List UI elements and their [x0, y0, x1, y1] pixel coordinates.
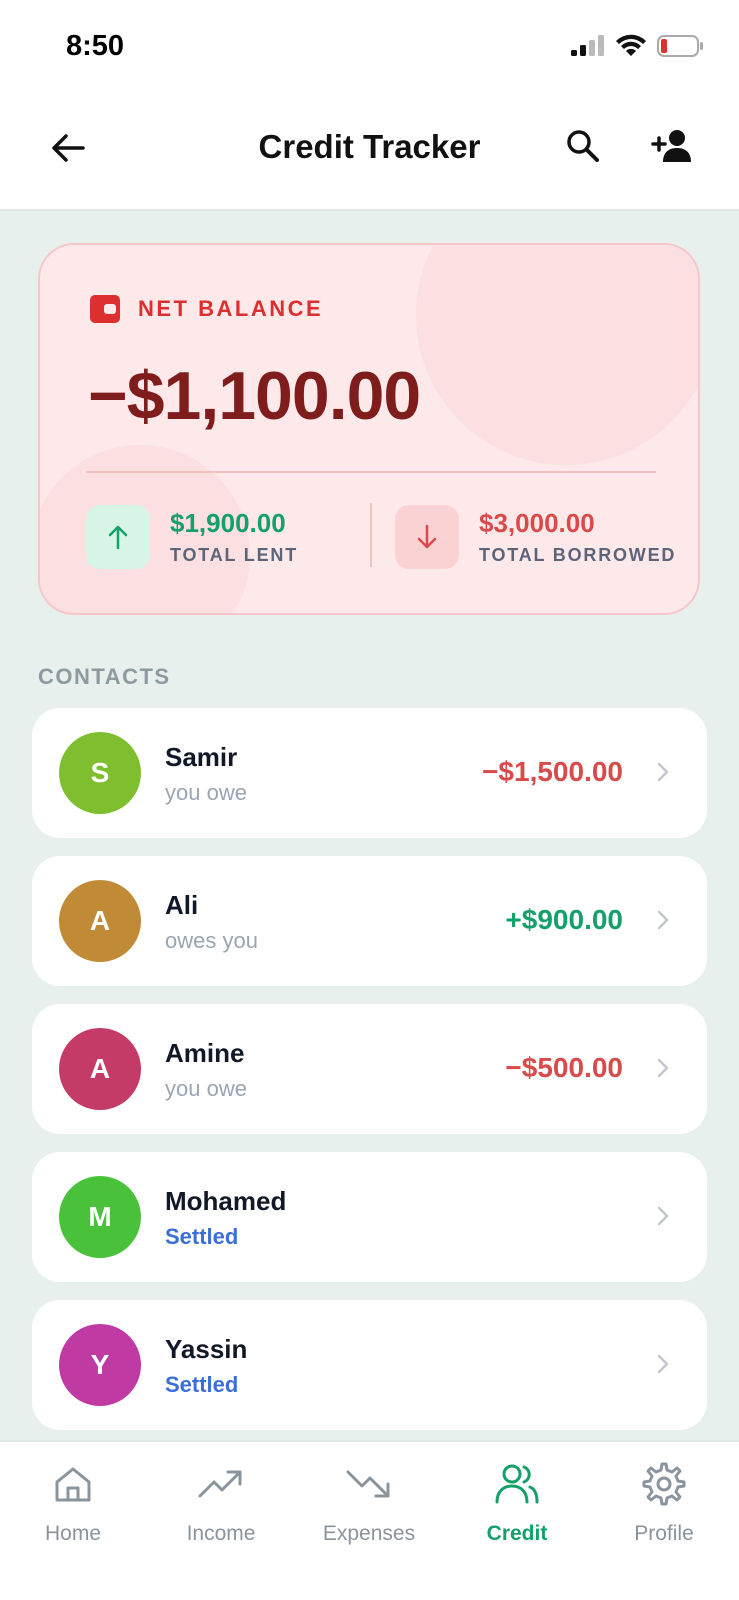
contact-status: Settled — [165, 1224, 239, 1249]
battery-icon — [657, 35, 703, 57]
app-header: Credit Tracker — [0, 96, 739, 211]
balance-label-row: NET BALANCE — [90, 295, 323, 323]
nav-expenses[interactable]: Expenses — [299, 1460, 439, 1546]
avatar: M — [59, 1176, 141, 1258]
contact-name: Yassin — [165, 1334, 248, 1364]
avatar: A — [59, 880, 141, 962]
contact-status: Settled — [165, 1372, 239, 1397]
nav-profile[interactable]: Profile — [594, 1460, 734, 1546]
wallet-icon — [90, 295, 120, 323]
contact-name: Mohamed — [165, 1186, 287, 1216]
status-icons — [571, 34, 705, 58]
contact-row-ali[interactable]: A Ali owes you +$900.00 — [32, 856, 707, 986]
contact-row-mohamed[interactable]: M Mohamed Settled — [32, 1152, 707, 1282]
search-icon — [567, 130, 599, 162]
net-balance-card: NET BALANCE −$1,100.00 $1,900.00 TOTAL L… — [38, 243, 700, 615]
net-balance-amount: −$1,100.00 — [88, 358, 421, 434]
users-icon — [493, 1460, 541, 1508]
avatar: Y — [59, 1324, 141, 1406]
total-lent-amount: $1,900.00 — [170, 508, 286, 538]
status-time: 8:50 — [66, 30, 125, 62]
stat-separator — [370, 503, 372, 567]
chevron-right-icon — [655, 908, 671, 932]
search-button[interactable] — [563, 126, 603, 166]
nav-label: Home — [44, 1522, 102, 1545]
trending-down-icon — [345, 1460, 393, 1508]
chevron-right-icon — [655, 1352, 671, 1376]
chevron-right-icon — [655, 760, 671, 784]
nav-label: Credit — [486, 1522, 548, 1545]
contact-amount: +$900.00 — [505, 904, 623, 935]
arrow-up-icon — [86, 505, 150, 569]
signal-icon — [571, 35, 604, 56]
total-lent-stat: $1,900.00 TOTAL LENT — [86, 505, 298, 569]
contact-status: you owe — [165, 1076, 247, 1101]
add-contact-button[interactable] — [648, 126, 696, 166]
nav-label: Income — [186, 1522, 256, 1545]
total-lent-label: TOTAL LENT — [170, 545, 298, 565]
status-bar: 8:50 — [0, 0, 739, 96]
gear-icon — [640, 1460, 688, 1508]
contact-amount: −$1,500.00 — [482, 756, 623, 787]
contact-status: owes you — [165, 928, 258, 953]
balance-label: NET BALANCE — [138, 296, 324, 321]
nav-home[interactable]: Home — [3, 1460, 143, 1546]
nav-label: Profile — [634, 1522, 694, 1545]
page-title: Credit Tracker — [258, 128, 481, 165]
chevron-right-icon — [655, 1204, 671, 1228]
avatar: A — [59, 1028, 141, 1110]
chevron-right-icon — [655, 1056, 671, 1080]
arrow-down-icon — [395, 505, 459, 569]
contacts-section-label: CONTACTS — [38, 664, 171, 689]
contact-amount: −$500.00 — [505, 1052, 623, 1083]
contact-name: Ali — [165, 890, 199, 920]
nav-label: Expenses — [322, 1522, 416, 1545]
avatar: S — [59, 732, 141, 814]
nav-income[interactable]: Income — [151, 1460, 291, 1546]
trending-up-icon — [197, 1460, 245, 1508]
bottom-navigation: Home Income Expenses Credit Profile — [0, 1440, 739, 1600]
divider — [86, 471, 656, 473]
total-borrowed-label: TOTAL BORROWED — [479, 545, 677, 565]
contact-status: you owe — [165, 780, 247, 805]
wifi-icon — [616, 34, 646, 56]
person-add-icon — [651, 130, 691, 162]
nav-credit[interactable]: Credit — [447, 1460, 587, 1546]
total-borrowed-stat: $3,000.00 TOTAL BORROWED — [395, 505, 676, 569]
decorative-circle — [416, 245, 698, 465]
contact-name: Samir — [165, 742, 238, 772]
contact-row-yassin[interactable]: Y Yassin Settled — [32, 1300, 707, 1430]
contact-row-amine[interactable]: A Amine you owe −$500.00 — [32, 1004, 707, 1134]
home-icon — [49, 1460, 97, 1508]
contact-name: Amine — [165, 1038, 245, 1068]
contact-row-samir[interactable]: S Samir you owe −$1,500.00 — [32, 708, 707, 838]
total-borrowed-amount: $3,000.00 — [479, 508, 595, 538]
